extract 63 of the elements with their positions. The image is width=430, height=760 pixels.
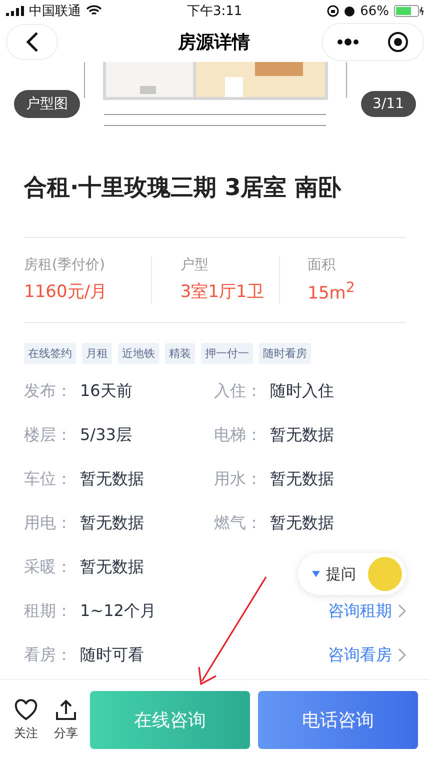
feature-tag: 在线签约 (24, 342, 76, 364)
fact-label: 楼层： (24, 424, 73, 446)
fact-label: 车位： (24, 468, 73, 490)
close-button[interactable] (387, 31, 409, 53)
chevron-right-icon (398, 604, 406, 618)
feature-tag: 精装 (165, 342, 195, 364)
fact-label: 入住： (214, 380, 263, 402)
fact-value: 暂无数据 (270, 512, 334, 534)
stat-value: 1160元/月 (24, 281, 108, 303)
target-icon (387, 31, 409, 53)
phone-button[interactable]: 电话咨询 (258, 691, 418, 749)
fact-label: 用电： (24, 512, 73, 534)
fact-label: 用水： (214, 468, 263, 490)
fact-value: 暂无数据 (270, 424, 334, 446)
stat-value: 3室1厅1卫 (180, 281, 265, 303)
fact-value: 暂无数据 (270, 468, 334, 490)
battery-percent: 66% (360, 4, 389, 18)
page-title: 房源详情 (176, 31, 251, 54)
fact-value: 5/33层 (80, 424, 132, 446)
follow-button[interactable]: 关注 (10, 698, 42, 742)
stat-label: 面积 (308, 256, 337, 274)
share-icon (55, 698, 77, 720)
image-category-label: 户型图 (14, 90, 80, 118)
back-button[interactable] (6, 24, 58, 60)
fact-value: 随时入住 (270, 380, 334, 402)
signal-icon (6, 6, 24, 16)
stat-value: 15m$^{2}$ (308, 280, 356, 304)
fact-label: 租期： (24, 600, 73, 622)
consult-link[interactable]: 咨询租期 (328, 600, 406, 622)
back-icon (25, 31, 39, 53)
lock-rotation-icon (327, 5, 340, 17)
status-time: 下午3:11 (186, 3, 242, 20)
battery-icon (394, 5, 424, 17)
fact-value: 随时可看 (80, 644, 144, 666)
wifi-icon (86, 5, 102, 17)
online-chat-button[interactable]: 在线咨询 (90, 691, 250, 749)
more-icon (337, 38, 359, 46)
fact-value: 1~12个月 (80, 600, 156, 622)
fact-label: 电梯： (214, 424, 263, 446)
avatar-icon (368, 557, 402, 591)
feature-tag: 近地铁 (118, 342, 159, 364)
share-button[interactable]: 分享 (50, 698, 82, 742)
fact-value: 暂无数据 (80, 468, 144, 490)
ask-button[interactable]: 提问 (298, 553, 406, 595)
stat-label: 房租(季付价) (24, 256, 106, 274)
heart-icon (14, 698, 38, 720)
carrier-name: 中国联通 (29, 3, 81, 20)
fact-label: 看房： (24, 644, 73, 666)
fact-label: 采暖： (24, 556, 73, 578)
fact-label: 燃气： (214, 512, 263, 534)
fact-label: 发布： (24, 380, 73, 402)
more-button[interactable] (337, 38, 359, 46)
consult-link[interactable]: 咨询看房 (328, 644, 406, 666)
fact-value: 暂无数据 (80, 556, 144, 578)
feature-tag: 月租 (82, 342, 112, 364)
feature-tag: 随时看房 (259, 342, 311, 364)
listing-title: 合租·十里玫瑰三期 3居室 南卧 (24, 174, 342, 203)
fact-value: 暂无数据 (80, 512, 144, 534)
fact-value: 16天前 (80, 380, 132, 402)
caret-icon (312, 571, 320, 577)
chevron-right-icon (398, 648, 406, 662)
feature-tag: 押一付一 (201, 342, 253, 364)
stat-label: 户型 (180, 256, 210, 274)
